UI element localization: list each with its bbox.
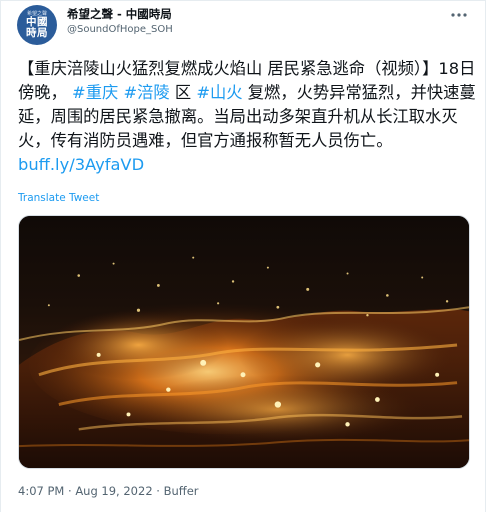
tweet-time[interactable]: 4:07 PM xyxy=(18,484,64,498)
tweet-card: 希望之聲 中國 時局 希望之聲 - 中國時局 @SoundOfHope_SOH … xyxy=(0,0,486,512)
tweet-link[interactable]: buff.ly/3AyfaVD xyxy=(18,155,144,174)
tweet-source[interactable]: Buffer xyxy=(164,484,199,498)
author-handle[interactable]: @SoundOfHope_SOH xyxy=(67,24,173,35)
translate-tweet-link[interactable]: Translate Tweet xyxy=(18,192,99,204)
more-options-button[interactable] xyxy=(449,5,469,25)
meta-separator: · xyxy=(64,484,76,498)
hashtag-fuling[interactable]: #涪陵 xyxy=(123,83,169,102)
tweet-date[interactable]: Aug 19, 2022 xyxy=(75,484,152,498)
hashtag-wildfire[interactable]: #山火 xyxy=(196,83,242,102)
tweet-text: 【重庆涪陵山火猛烈复燃成火焰山 居民紧急逃命（视频）】18日傍晚， #重庆 #涪… xyxy=(18,57,480,177)
tweet-metadata: 4:07 PM · Aug 19, 2022 · Buffer xyxy=(18,484,199,498)
hashtag-chongqing[interactable]: #重庆 xyxy=(72,83,118,102)
avatar-line-2: 時局 xyxy=(26,27,48,39)
author-display-name[interactable]: 希望之聲 - 中國時局 xyxy=(67,6,172,22)
avatar[interactable]: 希望之聲 中國 時局 xyxy=(17,5,57,45)
tweet-media-image[interactable] xyxy=(18,215,470,469)
meta-separator: · xyxy=(152,484,164,498)
wildfire-night-image xyxy=(19,216,469,468)
tweet-text-part-2: 区 xyxy=(174,83,192,102)
more-horizontal-icon xyxy=(451,13,467,17)
